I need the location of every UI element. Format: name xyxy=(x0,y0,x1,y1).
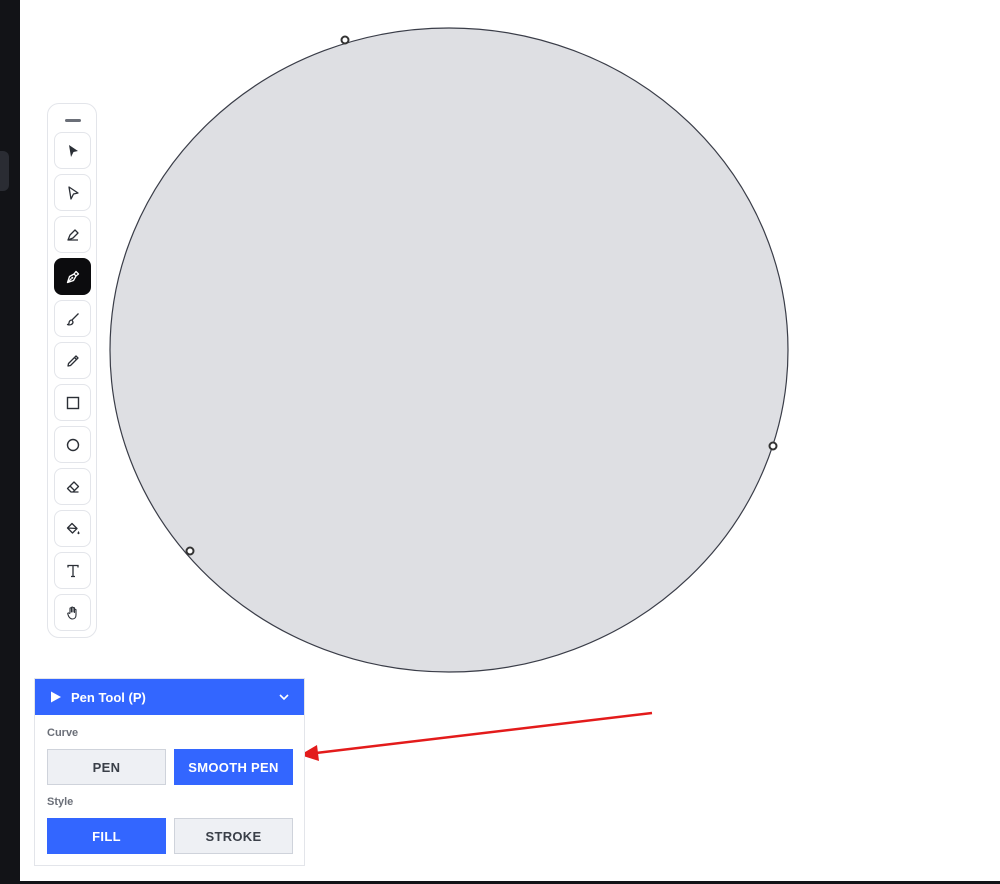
chevron-down-icon[interactable] xyxy=(278,691,290,703)
style-option-stroke[interactable]: STROKE xyxy=(174,818,293,854)
tool-paint-bucket[interactable] xyxy=(54,510,91,547)
tool-pencil[interactable] xyxy=(54,342,91,379)
annotation-arrow xyxy=(315,711,653,755)
anchor-point[interactable] xyxy=(768,441,778,451)
paint-bucket-icon xyxy=(66,522,79,534)
panel-title: Pen Tool (P) xyxy=(71,689,146,705)
anchor-point[interactable] xyxy=(185,546,195,556)
text-icon xyxy=(66,564,79,577)
rectangle-icon xyxy=(66,396,79,409)
tool-select[interactable] xyxy=(54,132,91,169)
style-option-fill[interactable]: FILL xyxy=(47,818,166,854)
tool-rectangle[interactable] xyxy=(54,384,91,421)
curve-option-pen[interactable]: PEN xyxy=(47,749,166,785)
panel-header[interactable]: Pen Tool (P) xyxy=(35,679,304,715)
tool-ellipse[interactable] xyxy=(54,426,91,463)
drawn-ellipse-shape[interactable] xyxy=(109,27,789,673)
curve-option-smooth-pen[interactable]: SMOOTH PEN xyxy=(174,749,293,785)
tool-pen[interactable] xyxy=(54,258,91,295)
ellipse-icon xyxy=(66,438,79,451)
tool-text[interactable] xyxy=(54,552,91,589)
eraser-icon xyxy=(66,480,79,493)
pencil-nib-icon xyxy=(66,228,79,241)
direct-select-icon xyxy=(67,185,79,200)
tool-options-panel: Pen Tool (P) Curve PEN SMOOTH PEN Style … xyxy=(34,678,305,866)
pen-tool-panel-icon xyxy=(49,690,63,704)
style-section-label: Style xyxy=(47,796,74,808)
pencil-icon xyxy=(66,354,79,367)
tools-toolbar xyxy=(47,103,97,638)
tool-brush[interactable] xyxy=(54,300,91,337)
tool-hand[interactable] xyxy=(54,594,91,631)
tool-direct-select[interactable] xyxy=(54,174,91,211)
curve-section-label: Curve xyxy=(47,727,79,739)
select-icon xyxy=(68,144,78,157)
anchor-point[interactable] xyxy=(340,35,350,45)
tool-eraser[interactable] xyxy=(54,468,91,505)
brush-icon xyxy=(66,312,79,326)
toolbar-drag-handle[interactable] xyxy=(65,119,81,122)
hand-icon xyxy=(66,606,77,620)
tool-pencil-nib[interactable] xyxy=(54,216,91,253)
pen-tool-icon xyxy=(66,270,79,283)
